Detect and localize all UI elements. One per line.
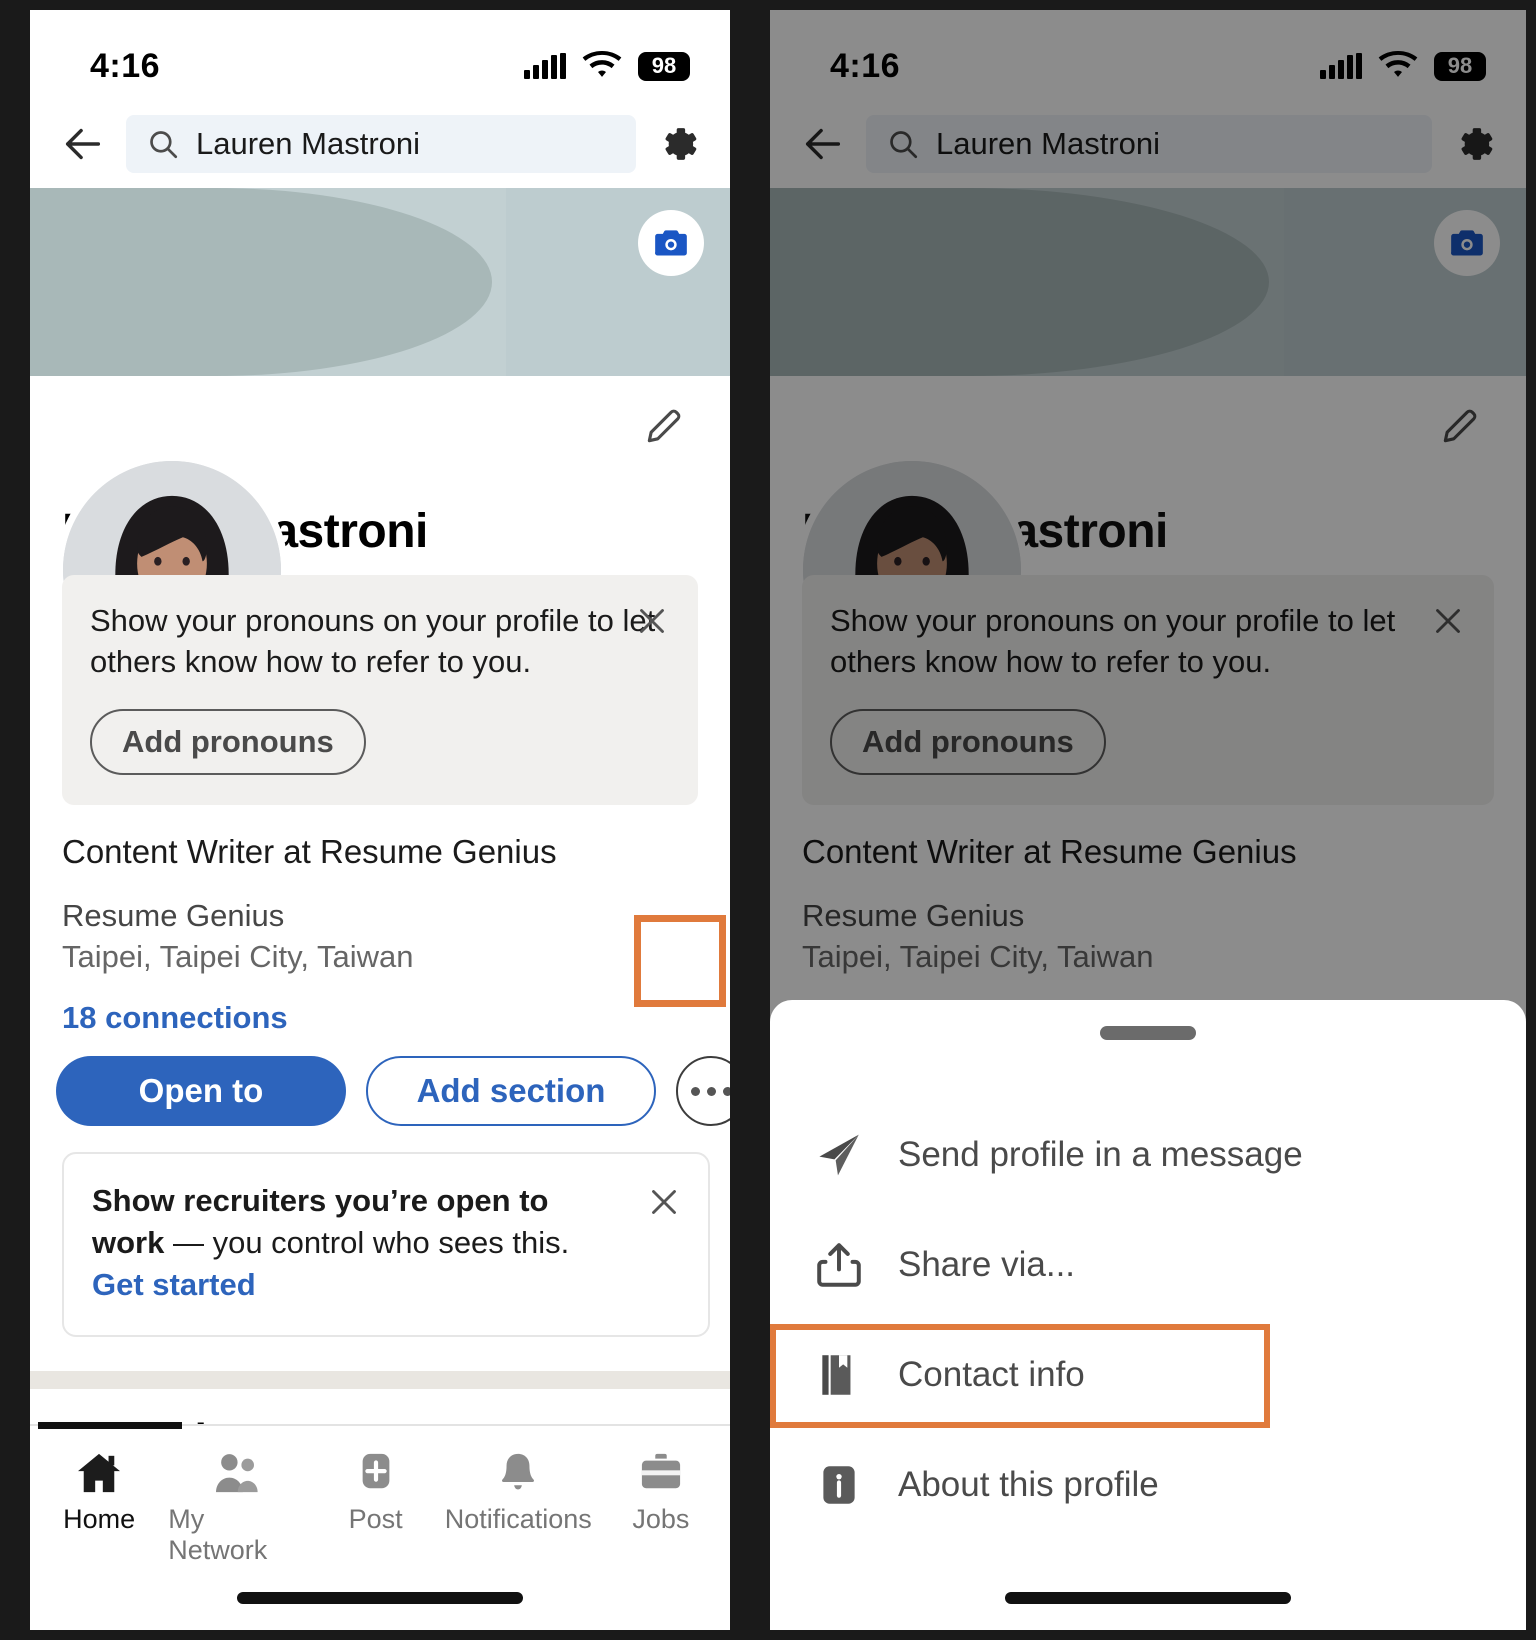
pronoun-prompt-text: Show your pronouns on your profile to le… <box>90 601 670 683</box>
open-to-button[interactable]: Open to <box>56 1056 346 1126</box>
profile-company: Resume Genius <box>30 871 730 937</box>
get-started-link[interactable]: Get started <box>92 1267 680 1303</box>
open-to-work-title-rest: — you control who sees this. <box>164 1225 569 1260</box>
open-to-work-carousel: Show recruiters you’re open to work — yo… <box>30 1126 730 1370</box>
nav-row: Home My Network Post Notifications <box>30 1426 730 1566</box>
menu-label-about-this-profile: About this profile <box>898 1465 1159 1505</box>
section-divider <box>30 1371 730 1389</box>
close-icon[interactable] <box>646 1184 682 1220</box>
nav-label-jobs: Jobs <box>632 1504 689 1535</box>
nav-item-notifications[interactable]: Notifications <box>445 1452 592 1566</box>
open-to-work-card[interactable]: Show recruiters you’re open to work — yo… <box>62 1152 710 1336</box>
menu-item-share-via[interactable]: Share via... <box>814 1210 1526 1320</box>
close-icon[interactable] <box>634 603 670 639</box>
search-icon <box>146 127 180 161</box>
search-header: Lauren Mastroni <box>30 100 730 188</box>
phone-frame-left: 4:16 98 Lauren Mastroni <box>0 0 740 1640</box>
menu-label-share-via: Share via... <box>898 1245 1075 1285</box>
cellular-signal-icon <box>524 53 566 79</box>
menu-item-send-profile[interactable]: Send profile in a message <box>814 1100 1526 1210</box>
home-indicator-bar <box>237 1592 523 1604</box>
screen-right: 4:16 98 Lauren Mastroni <box>770 10 1526 1630</box>
gear-icon[interactable] <box>656 121 702 167</box>
send-paper-plane-icon <box>814 1130 864 1180</box>
profile-action-row: Open to Add section <box>30 1036 730 1126</box>
status-time: 4:16 <box>90 47 160 86</box>
home-indicator-bar-right <box>1005 1592 1291 1604</box>
add-section-button[interactable]: Add section <box>366 1056 656 1126</box>
status-icons: 98 <box>524 51 690 81</box>
nav-label-notifications: Notifications <box>445 1504 592 1535</box>
camera-icon[interactable] <box>638 210 704 276</box>
add-pronouns-button[interactable]: Add pronouns <box>90 709 366 775</box>
bottom-navigation: Home My Network Post Notifications <box>30 1424 730 1630</box>
contact-book-icon <box>814 1350 864 1400</box>
briefcase-icon <box>638 1452 684 1494</box>
share-icon <box>814 1240 864 1290</box>
edit-pencil-icon[interactable] <box>642 404 686 448</box>
action-sheet-menu: Send profile in a message Share via... C… <box>770 1040 1526 1540</box>
home-icon <box>76 1452 122 1494</box>
bell-icon <box>495 1452 541 1494</box>
menu-item-contact-info[interactable]: Contact info <box>814 1320 1526 1430</box>
battery-indicator: 98 <box>638 52 690 81</box>
profile-location: Taipei, Taipei City, Taiwan <box>30 936 730 978</box>
people-icon <box>214 1452 260 1494</box>
phone-frame-right: 4:16 98 Lauren Mastroni <box>740 0 1536 1640</box>
search-input[interactable]: Lauren Mastroni <box>126 115 636 173</box>
connections-link[interactable]: 18 connections <box>30 978 730 1036</box>
nav-label-home: Home <box>63 1504 135 1535</box>
action-sheet: Send profile in a message Share via... C… <box>770 1000 1526 1630</box>
cover-photo[interactable] <box>30 188 730 376</box>
nav-item-home[interactable]: Home <box>30 1452 168 1566</box>
menu-item-about-this-profile[interactable]: About this profile <box>814 1430 1526 1540</box>
menu-label-contact-info: Contact info <box>898 1355 1085 1395</box>
search-input-value: Lauren Mastroni <box>196 126 420 162</box>
menu-label-send-profile: Send profile in a message <box>898 1135 1303 1175</box>
plus-square-icon <box>353 1452 399 1494</box>
back-arrow-icon[interactable] <box>60 121 106 167</box>
screen-left: 4:16 98 Lauren Mastroni <box>30 10 730 1630</box>
screenshot-stage: 4:16 98 Lauren Mastroni <box>0 0 1536 1640</box>
nav-label-post: Post <box>349 1504 403 1535</box>
more-options-icon[interactable] <box>676 1056 730 1126</box>
drag-handle[interactable] <box>1100 1026 1196 1040</box>
profile-headline: Content Writer at Resume Genius <box>30 805 730 871</box>
nav-item-post[interactable]: Post <box>306 1452 444 1566</box>
status-bar: 4:16 98 <box>30 10 730 100</box>
pronoun-prompt-card: Show your pronouns on your profile to le… <box>62 575 698 805</box>
nav-item-jobs[interactable]: Jobs <box>592 1452 730 1566</box>
cover-shape-right <box>506 188 730 376</box>
nav-item-my-network[interactable]: My Network <box>168 1452 306 1566</box>
open-to-work-title: Show recruiters you’re open to work — yo… <box>92 1180 612 1262</box>
active-tab-indicator <box>38 1422 182 1429</box>
wifi-icon <box>582 51 622 81</box>
nav-label-my-network: My Network <box>168 1504 306 1566</box>
info-icon <box>814 1460 864 1510</box>
